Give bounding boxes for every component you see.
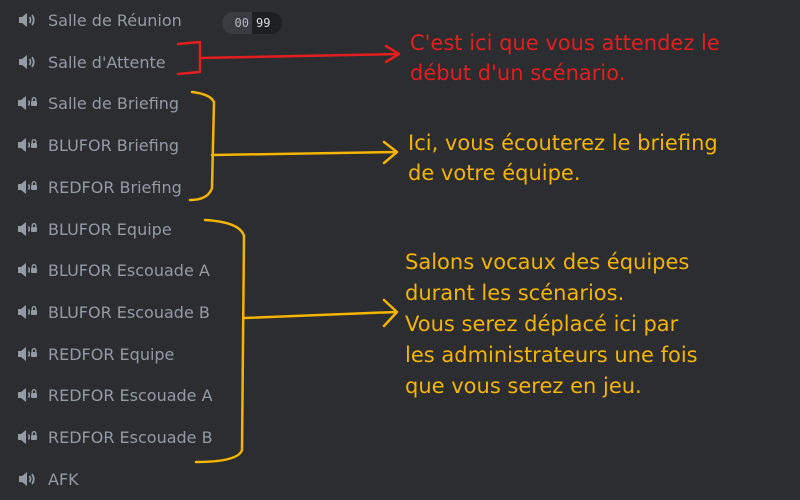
- speaker-icon: [16, 470, 38, 488]
- locked-speaker-icon: [16, 178, 38, 196]
- channel-label: AFK: [48, 469, 79, 489]
- channel-redfor-escouade-a[interactable]: REDFOR Escouade A: [10, 378, 280, 412]
- channel-label: REDFOR Escouade A: [48, 385, 213, 405]
- channel-blufor-equipe[interactable]: BLUFOR Equipe: [10, 212, 280, 246]
- channel-label: REDFOR Escouade B: [48, 427, 213, 447]
- channel-redfor-escouade-b[interactable]: REDFOR Escouade B: [10, 420, 280, 454]
- channel-label: REDFOR Equipe: [48, 344, 175, 364]
- channel-redfor-briefing[interactable]: REDFOR Briefing: [10, 170, 280, 204]
- annotation-line: Vous serez déplacé ici par: [405, 312, 679, 336]
- speaker-icon: [16, 53, 38, 71]
- annotation-line: Salons vocaux des équipes: [405, 250, 690, 274]
- annotation-briefing: Ici, vous écouterez le briefing de votre…: [408, 128, 718, 188]
- locked-speaker-icon: [16, 220, 38, 238]
- channel-label: BLUFOR Equipe: [48, 219, 172, 239]
- annotation-line: de votre équipe.: [408, 161, 581, 185]
- locked-speaker-icon: [16, 261, 38, 279]
- annotation-line: Ici, vous écouterez le briefing: [408, 131, 718, 155]
- channel-afk[interactable]: AFK: [10, 462, 280, 496]
- annotation-line: les administrateurs une fois: [405, 343, 698, 367]
- locked-speaker-icon: [16, 303, 38, 321]
- channel-blufor-escouade-b[interactable]: BLUFOR Escouade B: [10, 295, 280, 329]
- channel-blufor-briefing[interactable]: BLUFOR Briefing: [10, 128, 280, 162]
- locked-speaker-icon: [16, 428, 38, 446]
- channel-label: BLUFOR Briefing: [48, 135, 180, 155]
- channel-label: BLUFOR Escouade A: [48, 260, 210, 280]
- user-count-current: 00: [222, 12, 252, 34]
- channel-label: Salle de Réunion: [48, 10, 182, 30]
- channel-salle-d-attente[interactable]: Salle d'Attente: [10, 45, 280, 79]
- channel-redfor-equipe[interactable]: REDFOR Equipe: [10, 337, 280, 371]
- user-count-badge: 00 99: [222, 12, 282, 34]
- channel-salle-de-reunion[interactable]: Salle de Réunion 00 99: [10, 3, 282, 37]
- locked-speaker-icon: [16, 345, 38, 363]
- speaker-icon: [16, 11, 38, 29]
- user-count-limit: 99: [252, 12, 282, 34]
- channel-label: BLUFOR Escouade B: [48, 302, 210, 322]
- annotation-team-channels: Salons vocaux des équipes durant les scé…: [405, 247, 698, 402]
- locked-speaker-icon: [16, 386, 38, 404]
- channel-label: REDFOR Briefing: [48, 177, 182, 197]
- channel-salle-de-briefing[interactable]: Salle de Briefing: [10, 86, 280, 120]
- annotation-line: durant les scénarios.: [405, 281, 625, 305]
- locked-speaker-icon: [16, 94, 38, 112]
- locked-speaker-icon: [16, 136, 38, 154]
- annotation-line: C'est ici que vous attendez le: [410, 31, 720, 55]
- annotation-line: début d'un scénario.: [410, 61, 626, 85]
- annotation-line: que vous serez en jeu.: [405, 374, 642, 398]
- channel-label: Salle de Briefing: [48, 93, 180, 113]
- voice-channel-list: Salle de Réunion 00 99 Salle d'Attente S…: [0, 0, 290, 500]
- annotation-waiting-room: C'est ici que vous attendez le début d'u…: [410, 28, 720, 88]
- channel-label: Salle d'Attente: [48, 52, 166, 72]
- channel-blufor-escouade-a[interactable]: BLUFOR Escouade A: [10, 253, 280, 287]
